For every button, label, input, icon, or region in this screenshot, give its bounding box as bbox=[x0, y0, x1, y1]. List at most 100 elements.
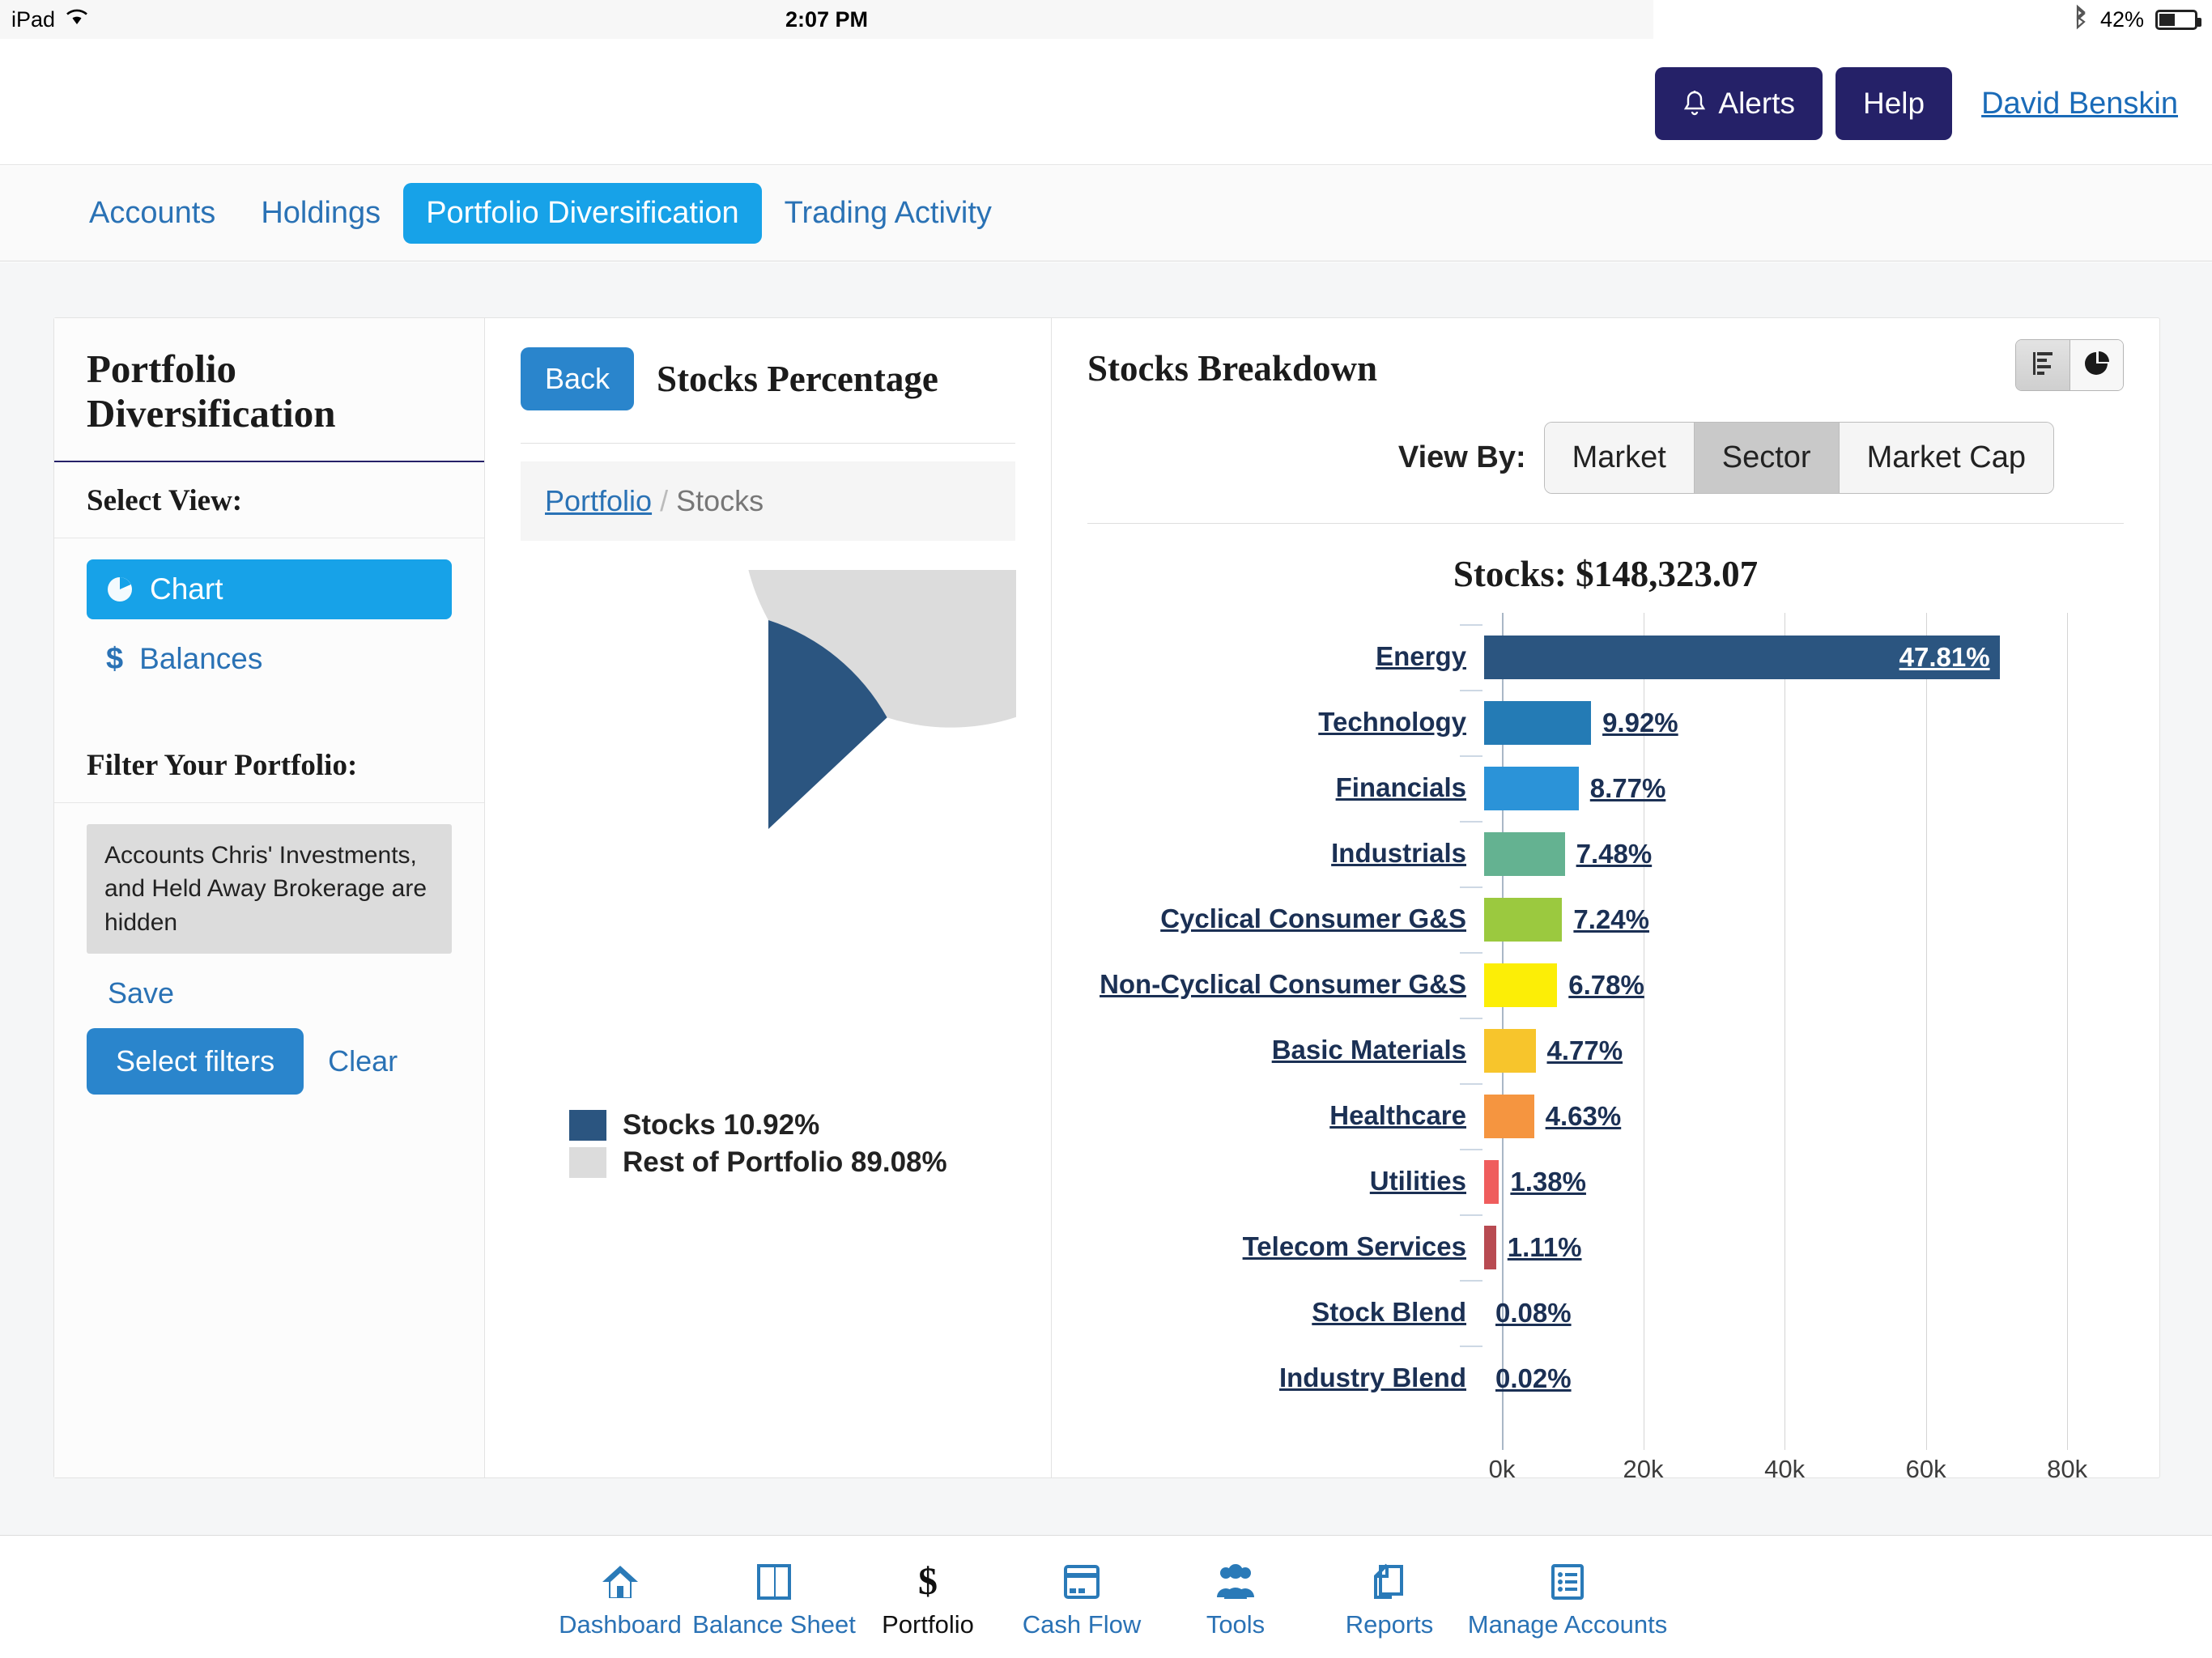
y-tick-stub bbox=[1460, 821, 1482, 823]
bar-value-label[interactable]: 47.81% bbox=[1899, 642, 1990, 673]
bar-category-label[interactable]: Cyclical Consumer G&S bbox=[1087, 904, 1484, 934]
bar-value-label[interactable]: 8.77% bbox=[1590, 773, 1666, 804]
bar-category-label[interactable]: Financials bbox=[1087, 773, 1484, 803]
y-tick-stub bbox=[1460, 1083, 1482, 1085]
save-link[interactable]: Save bbox=[108, 976, 174, 1010]
sidebar-item-balances[interactable]: $ Balances bbox=[87, 629, 452, 690]
bar-category-link[interactable]: Industrials bbox=[1331, 838, 1466, 868]
bar-segment[interactable] bbox=[1484, 1160, 1499, 1204]
select-filters-button[interactable]: Select filters bbox=[87, 1028, 304, 1095]
stocks-breakdown-bar-chart: Energy 47.81% Technology 9.92% Financials 8.7… bbox=[1087, 624, 2124, 1450]
bar-category-link[interactable]: Telecom Services bbox=[1243, 1231, 1466, 1261]
bar-segment[interactable] bbox=[1484, 1095, 1534, 1138]
bar-value-label[interactable]: 4.63% bbox=[1546, 1101, 1622, 1132]
bar-category-label[interactable]: Energy bbox=[1087, 642, 1484, 672]
bar-value-label[interactable]: 0.02% bbox=[1495, 1363, 1572, 1394]
bar-track: 1.11% bbox=[1484, 1214, 2124, 1280]
breadcrumb-separator: / bbox=[660, 484, 668, 517]
bar-category-link[interactable]: Cyclical Consumer G&S bbox=[1160, 903, 1466, 933]
bottom-nav-portfolio[interactable]: $ Portfolio bbox=[851, 1555, 1005, 1639]
back-button[interactable]: Back bbox=[521, 347, 634, 410]
bottom-nav-manage-accounts[interactable]: Manage Accounts bbox=[1466, 1555, 1669, 1639]
bottom-nav-tools[interactable]: Tools bbox=[1159, 1555, 1312, 1639]
alerts-button[interactable]: Alerts bbox=[1655, 67, 1823, 140]
bar-segment[interactable]: 47.81% bbox=[1484, 636, 2000, 679]
bottom-nav-cash-flow[interactable]: Cash Flow bbox=[1005, 1555, 1159, 1639]
bar-chart-row: Cyclical Consumer G&S 7.24% bbox=[1087, 886, 2124, 952]
bar-value-label[interactable]: 9.92% bbox=[1602, 708, 1678, 738]
bar-category-label[interactable]: Industrials bbox=[1087, 839, 1484, 869]
view-selector: Chart $ Balances bbox=[54, 538, 484, 706]
bar-category-label[interactable]: Technology bbox=[1087, 708, 1484, 738]
alerts-label: Alerts bbox=[1718, 87, 1795, 121]
user-account-link[interactable]: David Benskin bbox=[1981, 87, 2189, 121]
bar-chart-row: Utilities 1.38% bbox=[1087, 1149, 2124, 1214]
bar-segment[interactable] bbox=[1484, 1226, 1496, 1269]
filter-heading: Filter Your Portfolio: bbox=[54, 727, 484, 803]
bar-segment[interactable] bbox=[1484, 898, 1562, 942]
bar-chart-icon bbox=[2029, 349, 2057, 382]
legend-label-rest: Rest of Portfolio 89.08% bbox=[623, 1146, 947, 1179]
bar-category-label[interactable]: Non-Cyclical Consumer G&S bbox=[1087, 970, 1484, 1000]
clear-filters-link[interactable]: Clear bbox=[328, 1044, 398, 1078]
help-button[interactable]: Help bbox=[1836, 67, 1952, 140]
bar-value-label[interactable]: 1.38% bbox=[1510, 1167, 1586, 1197]
sidebar-item-label-balances: Balances bbox=[139, 642, 262, 676]
breadcrumb-portfolio[interactable]: Portfolio bbox=[545, 484, 652, 517]
bar-value-label[interactable]: 6.78% bbox=[1568, 970, 1644, 1001]
bar-category-link[interactable]: Stock Blend bbox=[1312, 1297, 1466, 1327]
bar-chart-toggle-button[interactable] bbox=[2016, 340, 2069, 390]
bar-category-label[interactable]: Healthcare bbox=[1087, 1101, 1484, 1131]
bar-segment[interactable] bbox=[1484, 832, 1565, 876]
view-by-sector[interactable]: Sector bbox=[1694, 423, 1839, 493]
bar-category-label[interactable]: Industry Blend bbox=[1087, 1363, 1484, 1393]
bar-track: 1.38% bbox=[1484, 1149, 2124, 1214]
bar-category-link[interactable]: Non-Cyclical Consumer G&S bbox=[1100, 969, 1466, 999]
filter-actions: Select filters Clear bbox=[87, 1028, 452, 1095]
view-by-segmented-control: Market Sector Market Cap bbox=[1544, 422, 2054, 494]
bar-segment[interactable] bbox=[1484, 963, 1557, 1007]
tab-holdings[interactable]: Holdings bbox=[238, 183, 403, 244]
bottom-nav-dashboard[interactable]: Dashboard bbox=[543, 1555, 697, 1639]
bar-segment[interactable] bbox=[1484, 767, 1579, 810]
y-tick-stub bbox=[1460, 755, 1482, 757]
tab-trading-activity[interactable]: Trading Activity bbox=[762, 183, 1015, 244]
bar-value-label[interactable]: 4.77% bbox=[1547, 1035, 1623, 1066]
bottom-nav-reports[interactable]: Reports bbox=[1312, 1555, 1466, 1639]
bar-category-label[interactable]: Stock Blend bbox=[1087, 1298, 1484, 1328]
select-view-heading: Select View: bbox=[54, 462, 484, 538]
x-tick-label: 60k bbox=[1906, 1455, 1946, 1484]
bar-value-label[interactable]: 7.24% bbox=[1573, 904, 1649, 935]
bar-category-link[interactable]: Industry Blend bbox=[1279, 1363, 1466, 1392]
tab-portfolio-diversification[interactable]: Portfolio Diversification bbox=[403, 183, 761, 244]
y-tick-stub bbox=[1460, 1214, 1482, 1216]
bar-value-label[interactable]: 7.48% bbox=[1576, 839, 1653, 869]
bar-category-link[interactable]: Technology bbox=[1318, 707, 1466, 737]
tab-accounts[interactable]: Accounts bbox=[66, 183, 238, 244]
bar-category-label[interactable]: Utilities bbox=[1087, 1167, 1484, 1197]
y-tick-stub bbox=[1460, 690, 1482, 691]
bar-category-label[interactable]: Telecom Services bbox=[1087, 1232, 1484, 1262]
bar-category-link[interactable]: Utilities bbox=[1370, 1166, 1466, 1196]
bar-track: 4.63% bbox=[1484, 1083, 2124, 1149]
bar-category-link[interactable]: Energy bbox=[1376, 641, 1466, 671]
bar-chart-row: Non-Cyclical Consumer G&S 6.78% bbox=[1087, 952, 2124, 1018]
bottom-nav-balance-sheet[interactable]: Balance Sheet bbox=[697, 1555, 851, 1639]
bar-segment[interactable] bbox=[1484, 1029, 1536, 1073]
bar-value-label[interactable]: 1.11% bbox=[1508, 1232, 1582, 1263]
bar-segment[interactable] bbox=[1484, 701, 1591, 745]
bar-track: 0.08% bbox=[1484, 1280, 2124, 1346]
bar-category-link[interactable]: Basic Materials bbox=[1272, 1035, 1466, 1065]
bar-track: 8.77% bbox=[1484, 755, 2124, 821]
pie-chart-toggle-button[interactable] bbox=[2069, 340, 2123, 390]
legend-swatch-rest bbox=[569, 1147, 606, 1178]
bar-category-link[interactable]: Healthcare bbox=[1329, 1100, 1466, 1130]
view-by-market[interactable]: Market bbox=[1545, 423, 1694, 493]
view-by-market-cap[interactable]: Market Cap bbox=[1839, 423, 2053, 493]
sidebar-item-chart[interactable]: Chart bbox=[87, 559, 452, 619]
stocks-breakdown-panel: Stocks Breakdown bbox=[1052, 318, 2159, 1477]
bar-chart-row: Financials 8.77% bbox=[1087, 755, 2124, 821]
bar-category-link[interactable]: Financials bbox=[1336, 772, 1466, 802]
bar-value-label[interactable]: 0.08% bbox=[1495, 1298, 1572, 1329]
bar-category-label[interactable]: Basic Materials bbox=[1087, 1035, 1484, 1065]
